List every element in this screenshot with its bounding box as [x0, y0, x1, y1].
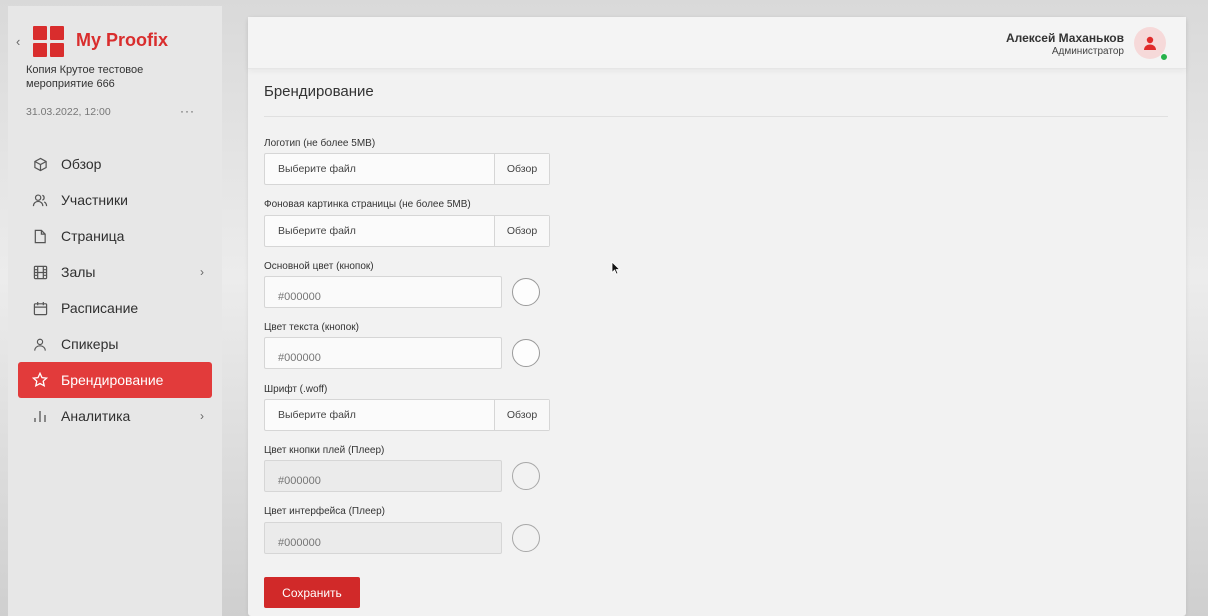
font-file-placeholder[interactable]: Выберите файл	[265, 400, 494, 430]
user-name[interactable]: Алексей Маханьков	[1006, 31, 1124, 45]
sidebar-item-label: Залы	[61, 264, 96, 280]
event-datetime: 31.03.2022, 12:00	[26, 106, 111, 118]
button-color-picker[interactable]	[512, 278, 540, 306]
save-button[interactable]: Сохранить	[264, 577, 360, 608]
play-button-color-picker[interactable]	[512, 462, 540, 490]
button-text-color-label: Цвет текста (кнопок)	[264, 322, 359, 333]
proofix-logo-icon[interactable]	[33, 26, 65, 58]
collapse-sidebar-icon[interactable]: ‹	[16, 34, 20, 49]
sidebar-item-label: Страница	[61, 228, 125, 244]
users-icon	[32, 192, 48, 208]
background-file-input[interactable]: Выберите файл Обзор	[264, 215, 550, 247]
user-avatar-icon	[1144, 36, 1156, 50]
calendar-icon	[32, 300, 48, 316]
background-label: Фоновая картинка страницы (не более 5MB)	[264, 199, 471, 210]
sidebar-item-label: Обзор	[61, 156, 102, 172]
font-browse-button[interactable]: Обзор	[494, 400, 549, 430]
player-ui-color-picker[interactable]	[512, 524, 540, 552]
player-ui-color-label: Цвет интерфейса (Плеер)	[264, 506, 385, 517]
event-more-icon[interactable]: ···	[180, 104, 195, 118]
button-text-color-picker[interactable]	[512, 339, 540, 367]
sidebar: ‹ My Proofix Копия Крутое тестовое мероп…	[8, 6, 222, 616]
background-browse-button[interactable]: Обзор	[494, 216, 549, 246]
sidebar-nav: Обзор Участники Страница Залы › Расписан…	[18, 146, 212, 434]
cube-icon	[32, 156, 48, 172]
page-title: Брендирование	[264, 83, 374, 100]
user-icon	[32, 336, 48, 352]
font-file-input[interactable]: Выберите файл Обзор	[264, 399, 550, 431]
mouse-cursor-icon	[611, 261, 621, 275]
sidebar-item-participants[interactable]: Участники	[18, 182, 212, 218]
main-content: Алексей Маханьков Администратор Брендиро…	[248, 17, 1186, 616]
background-file-placeholder[interactable]: Выберите файл	[265, 216, 494, 246]
sidebar-item-label: Брендирование	[61, 372, 164, 388]
chevron-right-icon: ›	[200, 409, 204, 423]
event-title: Копия Крутое тестовое мероприятие 666	[26, 64, 144, 90]
divider	[264, 116, 1168, 117]
brand-header: ‹ My Proofix	[8, 24, 222, 60]
player-ui-color-field[interactable]	[264, 522, 502, 554]
logo-file-input[interactable]: Выберите файл Обзор	[264, 153, 550, 185]
play-button-color-field[interactable]	[264, 460, 502, 492]
button-color-label: Основной цвет (кнопок)	[264, 261, 374, 272]
play-button-color-label: Цвет кнопки плей (Плеер)	[264, 445, 385, 456]
page-icon	[32, 228, 48, 244]
sidebar-item-speakers[interactable]: Спикеры	[18, 326, 212, 362]
chevron-right-icon: ›	[200, 265, 204, 279]
logo-browse-button[interactable]: Обзор	[494, 154, 549, 184]
sidebar-item-label: Участники	[61, 192, 128, 208]
logo-file-placeholder[interactable]: Выберите файл	[265, 154, 494, 184]
sidebar-item-label: Аналитика	[61, 408, 131, 424]
bar-chart-icon	[32, 408, 48, 424]
sidebar-item-page[interactable]: Страница	[18, 218, 212, 254]
brand-name[interactable]: My Proofix	[76, 30, 168, 51]
top-bar: Алексей Маханьков Администратор	[248, 17, 1186, 69]
film-icon	[32, 264, 48, 280]
button-text-color-field[interactable]	[264, 337, 502, 369]
sidebar-item-schedule[interactable]: Расписание	[18, 290, 212, 326]
sidebar-item-overview[interactable]: Обзор	[18, 146, 212, 182]
user-role: Администратор	[1051, 46, 1124, 57]
sidebar-item-analytics[interactable]: Аналитика ›	[18, 398, 212, 434]
star-icon	[32, 372, 48, 388]
button-color-field[interactable]	[264, 276, 502, 308]
font-label: Шрифт (.woff)	[264, 384, 328, 395]
online-status-badge	[1160, 53, 1168, 61]
logo-label: Логотип (не более 5MB)	[264, 138, 376, 149]
sidebar-item-label: Расписание	[61, 300, 139, 316]
sidebar-item-halls[interactable]: Залы ›	[18, 254, 212, 290]
sidebar-item-label: Спикеры	[61, 336, 119, 352]
sidebar-item-branding[interactable]: Брендирование	[18, 362, 212, 398]
